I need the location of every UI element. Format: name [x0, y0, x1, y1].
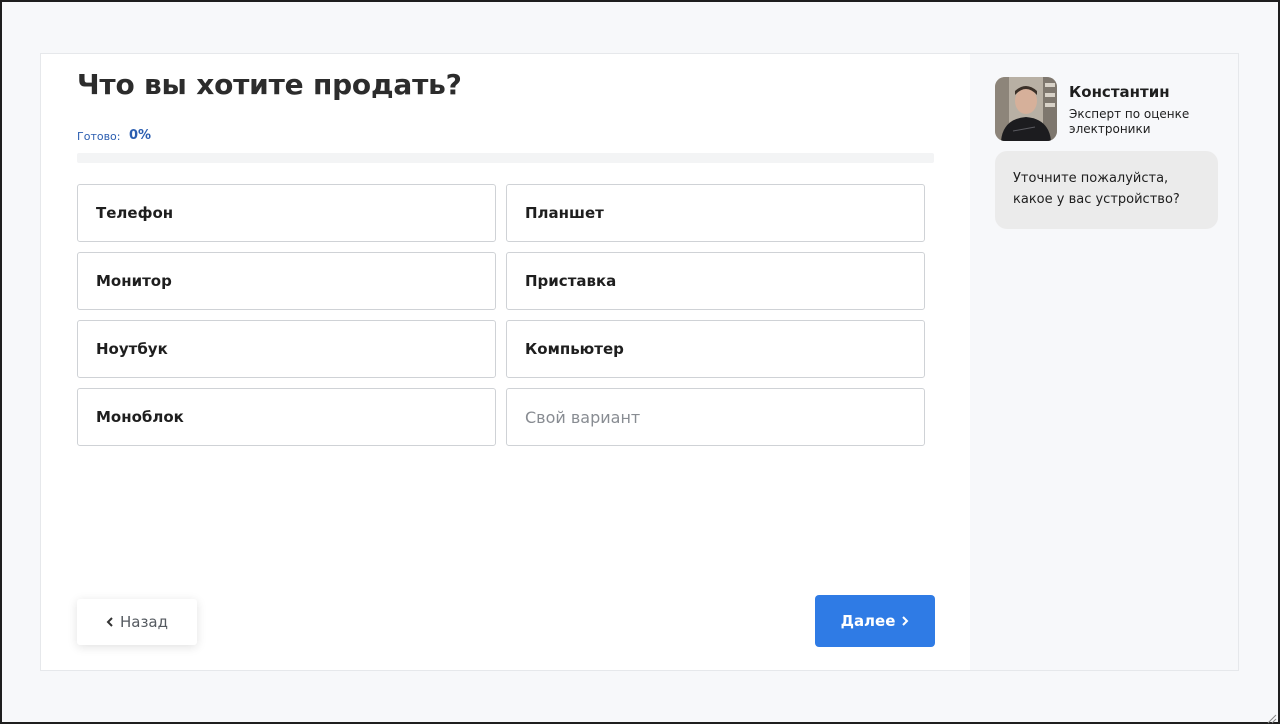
option-tablet[interactable]: Планшет — [506, 184, 925, 242]
option-console[interactable]: Приставка — [506, 252, 925, 310]
progress-bar — [77, 153, 934, 163]
option-phone[interactable]: Телефон — [77, 184, 496, 242]
expert-role: Эксперт по оценке электроники — [1069, 107, 1190, 136]
back-button[interactable]: Назад — [77, 599, 197, 645]
expert-name: Константин — [1069, 83, 1170, 101]
back-button-label: Назад — [119, 613, 168, 631]
quiz-main-panel: Что вы хотите продать? Готово: 0% Телефо… — [41, 54, 970, 670]
page-title: Что вы хотите продать? — [77, 68, 462, 101]
chevron-left-icon — [106, 617, 114, 627]
progress-label: Готово: — [77, 130, 121, 143]
progress-value: 0% — [129, 128, 152, 143]
option-monitor[interactable]: Монитор — [77, 252, 496, 310]
option-monoblock[interactable]: Моноблок — [77, 388, 496, 446]
avatar — [995, 77, 1057, 141]
next-button-label: Далее — [840, 612, 896, 630]
next-button[interactable]: Далее — [815, 595, 935, 647]
chevron-right-icon — [901, 616, 909, 626]
option-laptop[interactable]: Ноутбук — [77, 320, 496, 378]
custom-option-input[interactable] — [506, 388, 925, 446]
expert-sidebar: Константин Эксперт по оценке электроники… — [970, 54, 1238, 670]
resize-grip-icon[interactable] — [1265, 709, 1277, 724]
option-computer[interactable]: Компьютер — [506, 320, 925, 378]
quiz-card: Что вы хотите продать? Готово: 0% Телефо… — [40, 53, 1239, 671]
chat-bubble: Уточните пожалуйста, какое у вас устройс… — [995, 151, 1218, 229]
